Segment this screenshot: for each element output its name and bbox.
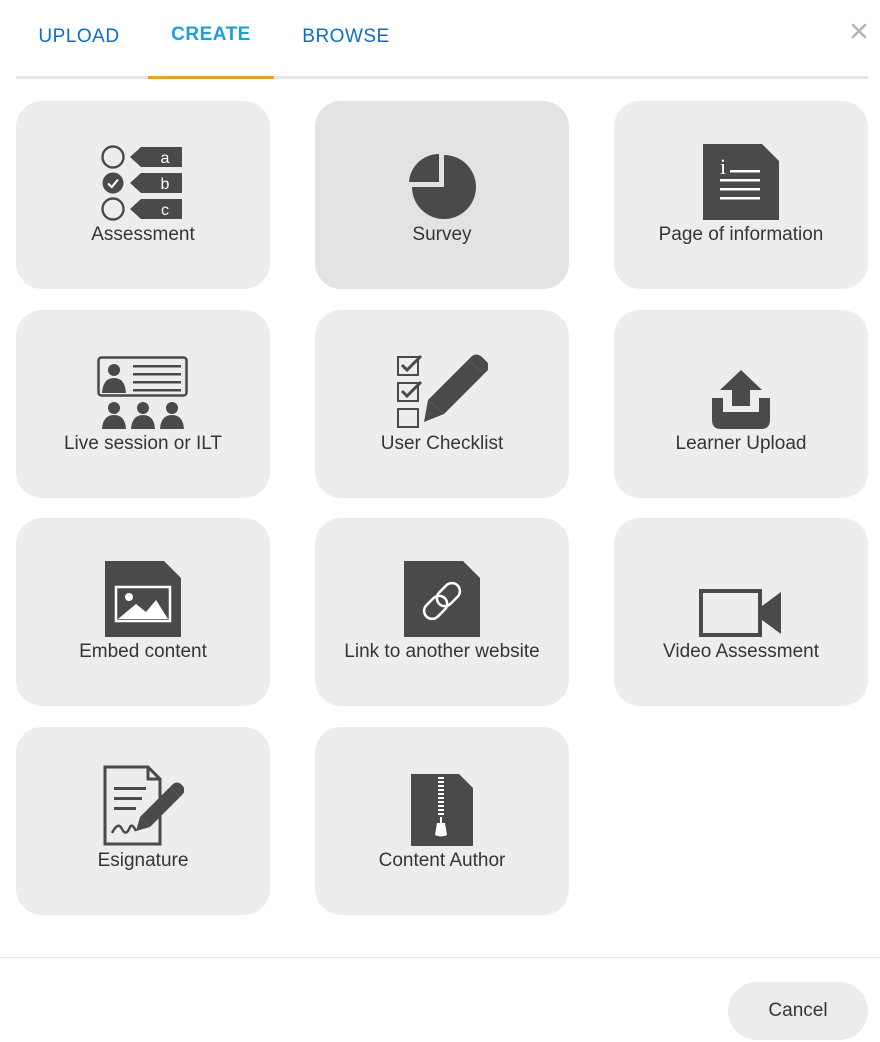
tile-label: Content Author [378, 850, 506, 871]
checklist-icon [397, 354, 488, 428]
tile-content-author[interactable]: Content Author [315, 727, 569, 915]
tile-label: Link to another website [344, 641, 540, 662]
create-dialog: UPLOAD CREATE BROWSE a b c Assessment Su… [0, 0, 880, 1042]
information-document-icon: i [703, 144, 779, 220]
tile-label: Embed content [79, 641, 207, 662]
pie-chart-icon [409, 153, 476, 219]
tile-link-website[interactable]: Link to another website [315, 518, 569, 706]
upload-icon [712, 370, 770, 429]
assessment-icon: a b c [101, 145, 182, 221]
tile-assessment[interactable]: a b c Assessment [16, 101, 270, 289]
tile-survey[interactable]: Survey [315, 101, 569, 289]
live-session-icon [97, 356, 188, 429]
video-camera-icon [699, 589, 781, 637]
svg-text:c: c [161, 202, 169, 219]
tile-live-session[interactable]: Live session or ILT [16, 310, 270, 498]
link-document-icon [404, 561, 480, 637]
tile-label: Survey [412, 224, 472, 245]
tile-user-checklist[interactable]: User Checklist [315, 310, 569, 498]
tab-upload[interactable]: UPLOAD [16, 0, 142, 79]
tile-page-of-information[interactable]: i Page of information [614, 101, 868, 289]
tile-label: Page of information [658, 224, 824, 245]
tab-create[interactable]: CREATE [148, 0, 274, 79]
tile-video-assessment[interactable]: Video Assessment [614, 518, 868, 706]
tile-label: Live session or ILT [63, 433, 223, 454]
tile-esignature[interactable]: Esignature [16, 727, 270, 915]
svg-text:b: b [161, 176, 170, 193]
svg-text:i: i [720, 154, 726, 179]
tile-label: Assessment [91, 224, 195, 245]
tile-label: Learner Upload [675, 433, 807, 454]
tile-label: User Checklist [380, 433, 504, 454]
tile-label: Esignature [97, 850, 189, 871]
cancel-button[interactable]: Cancel [728, 982, 868, 1040]
footer-divider [0, 957, 880, 958]
tile-embed-content[interactable]: Embed content [16, 518, 270, 706]
tile-learner-upload[interactable]: Learner Upload [614, 310, 868, 498]
tile-label: Video Assessment [663, 641, 819, 662]
esignature-icon [103, 765, 184, 846]
tab-bar: UPLOAD CREATE BROWSE [16, 0, 868, 79]
tab-browse[interactable]: BROWSE [286, 0, 406, 79]
svg-text:a: a [161, 150, 170, 167]
zip-file-icon [411, 774, 473, 846]
image-document-icon [105, 561, 181, 637]
